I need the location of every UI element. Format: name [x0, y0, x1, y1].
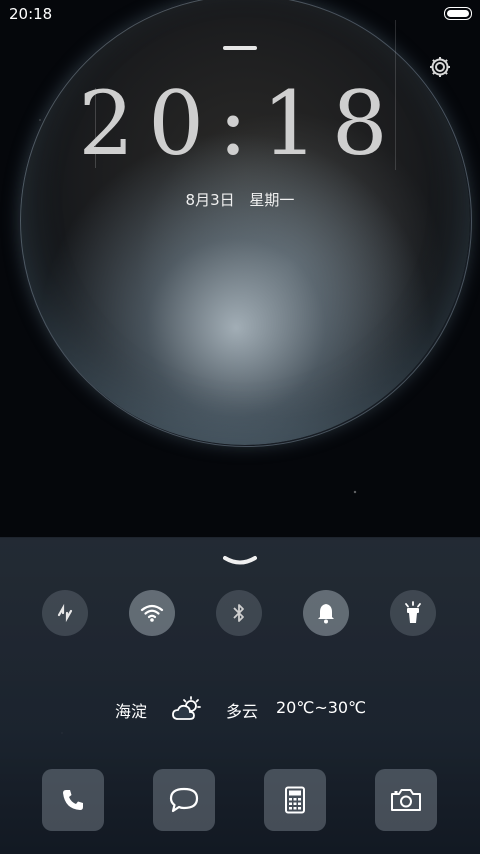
date-label: 8月3日 — [185, 191, 235, 209]
weather-widget[interactable]: 海淀 多云 20℃~30℃ — [0, 695, 480, 725]
message-icon — [169, 787, 199, 813]
phone-app[interactable] — [42, 769, 104, 831]
quick-toggles — [0, 590, 480, 638]
lockscreen-clock: 20:18 — [78, 72, 402, 175]
ring-toggle[interactable] — [303, 590, 349, 636]
camera-icon — [391, 789, 421, 811]
weather-condition: 多云 — [226, 702, 259, 721]
flashlight-icon — [405, 601, 421, 623]
gear-icon[interactable] — [428, 55, 452, 79]
battery-full-icon — [444, 7, 472, 20]
quick-panel: 海淀 多云 20℃~30℃ — [0, 537, 480, 854]
sync-toggle[interactable] — [42, 590, 88, 636]
flashlight-toggle[interactable] — [390, 590, 436, 636]
chevron-down-icon[interactable] — [223, 552, 257, 565]
bluetooth-icon — [233, 604, 244, 622]
camera-app[interactable] — [375, 769, 437, 831]
partly-cloudy-icon — [170, 695, 204, 723]
status-time: 20:18 — [9, 5, 53, 23]
wifi-icon — [140, 604, 164, 622]
weather-location: 海淀 — [115, 702, 148, 721]
sync-icon — [57, 603, 73, 623]
app-dock — [0, 769, 480, 831]
bell-icon — [318, 604, 334, 624]
messages-app[interactable] — [153, 769, 215, 831]
weekday-label: 星期一 — [249, 191, 295, 209]
status-bar: 20:18 — [0, 0, 480, 28]
calculator-icon — [285, 786, 305, 814]
battery-level — [447, 10, 469, 17]
weather-temperature: 20℃~30℃ — [276, 698, 367, 717]
earth-rim — [20, 0, 472, 447]
phone-icon — [63, 790, 83, 810]
lockscreen-date: 8月3日 星期一 — [0, 189, 480, 210]
calculator-app[interactable] — [264, 769, 326, 831]
wifi-toggle[interactable] — [129, 590, 175, 636]
notification-pull-handle[interactable] — [223, 46, 257, 50]
bluetooth-toggle[interactable] — [216, 590, 262, 636]
